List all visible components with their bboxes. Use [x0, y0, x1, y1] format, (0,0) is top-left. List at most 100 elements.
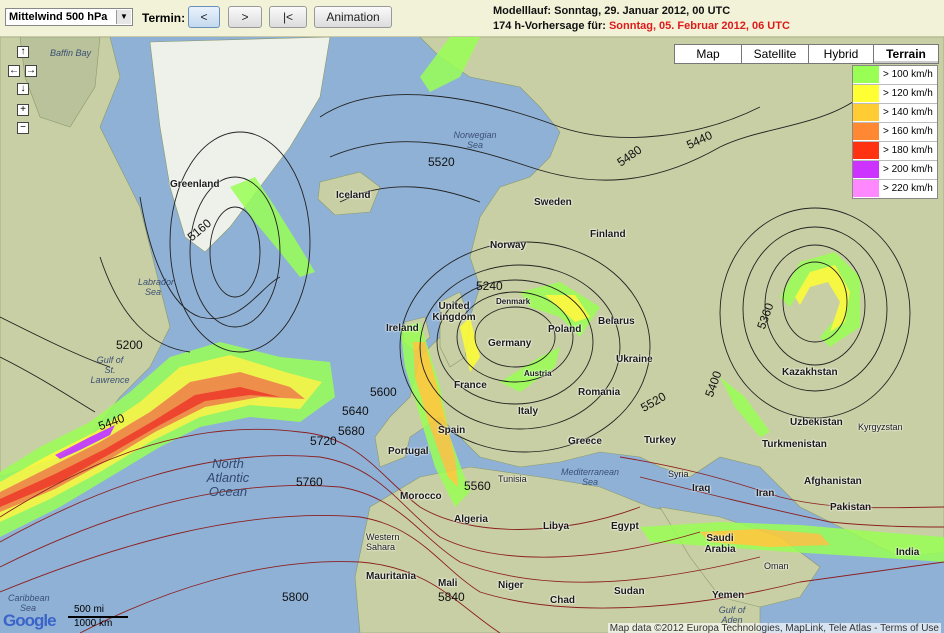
legend-row: > 160 km/h	[853, 123, 937, 142]
maptype-hybrid[interactable]: Hybrid	[808, 44, 874, 64]
greenland-shape	[149, 37, 331, 253]
label-denmark: Denmark	[496, 297, 531, 306]
label-italy: Italy	[518, 406, 539, 417]
animation-button[interactable]: Animation	[314, 6, 392, 28]
map-canvas[interactable]: Greenland Iceland Sweden Finland Norway …	[0, 37, 944, 633]
label-belarus: Belarus	[598, 316, 635, 327]
legend-label: > 200 km/h	[883, 164, 933, 175]
ocean-north-atlantic: North Atlantic Ocean	[206, 456, 250, 499]
pan-up-icon[interactable]: ↑	[17, 46, 29, 58]
scale-bar: 500 mi 1000 km	[68, 603, 134, 631]
legend-swatch	[853, 104, 879, 121]
label-turkmenistan: Turkmenistan	[762, 439, 827, 450]
label-sweden: Sweden	[534, 197, 572, 208]
iso-label: 5560	[464, 479, 491, 493]
level-select[interactable]: Mittelwind 500 hPa ▼	[5, 8, 133, 26]
legend-label: > 220 km/h	[883, 183, 933, 194]
maptype-terrain[interactable]: Terrain	[873, 44, 939, 64]
label-afghanistan: Afghanistan	[804, 476, 862, 487]
label-iraq: Iraq	[692, 483, 711, 494]
legend-label: > 120 km/h	[883, 88, 933, 99]
label-kyrgyzstan: Kyrgyzstan	[858, 422, 903, 432]
legend-row: > 180 km/h	[853, 142, 937, 161]
zoom-in-icon[interactable]: +	[17, 104, 29, 116]
label-syria: Syria	[668, 469, 689, 479]
legend-swatch	[853, 85, 879, 102]
label-morocco: Morocco	[400, 491, 442, 502]
label-united-kingdom: United Kingdom	[432, 301, 476, 323]
label-greece: Greece	[568, 436, 602, 447]
sea-gulf-st-lawrence: Gulf of St. Lawrence	[90, 355, 130, 385]
label-poland: Poland	[548, 324, 582, 335]
sea-caribbean: Caribbean Sea	[8, 593, 50, 613]
label-tunisia: Tunisia	[498, 474, 527, 484]
label-mali: Mali	[438, 578, 458, 589]
label-ireland: Ireland	[386, 323, 419, 334]
label-norway: Norway	[490, 240, 527, 251]
legend-label: > 160 km/h	[883, 126, 933, 137]
prev-button[interactable]: <	[188, 6, 220, 28]
label-algeria: Algeria	[454, 514, 488, 525]
next-button[interactable]: >	[228, 6, 262, 28]
legend-swatch	[853, 123, 879, 140]
legend-row: > 220 km/h	[853, 180, 937, 198]
toolbar: Mittelwind 500 hPa ▼ Termin: < > |< Anim…	[0, 0, 944, 37]
iso-label: 5520	[428, 155, 455, 169]
label-uzbekistan: Uzbekistan	[790, 417, 843, 428]
label-saudi-arabia: Saudi Arabia	[704, 533, 736, 555]
label-iceland: Iceland	[336, 190, 371, 201]
first-button[interactable]: |<	[269, 6, 307, 28]
iso-label: 5800	[282, 590, 309, 604]
label-greenland: Greenland	[170, 179, 220, 190]
legend-label: > 140 km/h	[883, 107, 933, 118]
termin-label: Termin:	[142, 11, 186, 25]
forecast-date: Sonntag, 05. Februar 2012, 06 UTC	[608, 20, 790, 32]
sea-labrador: Labrador Sea	[138, 277, 175, 297]
iso-label: 5840	[438, 590, 465, 604]
forecast-line: 174 h-Vorhersage für: Sonntag, 05. Febru…	[493, 20, 790, 32]
legend-row: > 120 km/h	[853, 85, 937, 104]
scale-miles: 500 mi	[74, 604, 105, 615]
iso-label: 5720	[310, 434, 337, 448]
label-spain: Spain	[438, 425, 466, 436]
legend-row: > 200 km/h	[853, 161, 937, 180]
pan-left-icon[interactable]: ←	[8, 65, 20, 77]
legend-row: > 140 km/h	[853, 104, 937, 123]
label-pakistan: Pakistan	[830, 502, 872, 513]
label-finland: Finland	[590, 229, 626, 240]
label-libya: Libya	[543, 521, 570, 532]
label-western-sahara: Western Sahara	[366, 532, 400, 552]
modelllauf-text: Modelllauf: Sonntag, 29. Januar 2012, 00…	[493, 5, 731, 17]
chevron-down-icon[interactable]: ▼	[116, 10, 131, 24]
wind-legend: > 100 km/h > 120 km/h > 140 km/h > 160 km/h…	[852, 65, 938, 199]
label-niger: Niger	[498, 580, 524, 591]
legend-label: > 180 km/h	[883, 145, 933, 156]
pan-right-icon[interactable]: →	[25, 65, 37, 77]
label-turkey: Turkey	[644, 435, 677, 446]
maptype-map[interactable]: Map	[674, 44, 742, 64]
label-yemen: Yemen	[712, 590, 745, 601]
label-iran: Iran	[756, 488, 775, 499]
legend-swatch	[853, 142, 879, 159]
label-portugal: Portugal	[388, 446, 429, 457]
label-egypt: Egypt	[611, 521, 639, 532]
legend-row: > 100 km/h	[853, 66, 937, 85]
zoom-out-icon[interactable]: −	[17, 122, 29, 134]
iso-label: 5600	[370, 385, 397, 399]
sea-baffin-bay: Baffin Bay	[50, 48, 92, 58]
google-logo[interactable]: Google	[3, 611, 57, 631]
sea-mediterranean: Mediterranean Sea	[560, 467, 620, 487]
iso-label: 5680	[338, 424, 365, 438]
label-kazakhstan: Kazakhstan	[782, 367, 838, 378]
label-sudan: Sudan	[614, 586, 645, 597]
legend-label: > 100 km/h	[883, 69, 933, 80]
label-mauritania: Mauritania	[366, 571, 417, 582]
pan-down-icon[interactable]: ↓	[17, 83, 29, 95]
copyright-text: Map data ©2012 Europa Technologies, MapL…	[607, 623, 941, 633]
label-austria: Austria	[524, 369, 552, 378]
label-france: France	[454, 380, 487, 391]
level-select-value: Mittelwind 500 hPa	[9, 11, 108, 23]
sea-gulf-of-aden: Gulf of Aden	[718, 605, 746, 625]
maptype-satellite[interactable]: Satellite	[741, 44, 809, 64]
label-oman: Oman	[764, 561, 789, 571]
